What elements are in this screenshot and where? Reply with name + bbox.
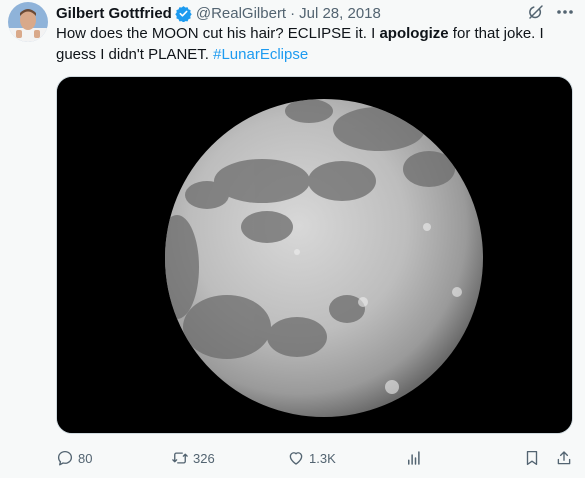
bookmark-button[interactable]: [523, 446, 545, 470]
author-name[interactable]: Gilbert Gottfried: [56, 5, 172, 22]
repost-icon: [172, 452, 188, 464]
heart-icon: [289, 452, 303, 465]
tweet-header: Gilbert Gottfried @RealGilbert · Jul 28,…: [56, 3, 381, 23]
repost-button[interactable]: 326: [171, 446, 215, 470]
reply-count: 80: [78, 450, 93, 466]
author-handle[interactable]: @RealGilbert: [196, 5, 286, 22]
views-button[interactable]: [405, 446, 427, 470]
grok-icon[interactable]: [527, 3, 545, 21]
tweet-image[interactable]: [56, 76, 573, 434]
tweet-text-bold: apologize: [379, 25, 449, 42]
verified-badge-icon: [175, 5, 192, 22]
header-separator: ·: [290, 4, 296, 22]
hashtag-link[interactable]: #LunarEclipse: [213, 46, 308, 63]
reply-icon: [57, 450, 73, 466]
like-count: 1.3K: [309, 450, 336, 466]
reply-button[interactable]: 80: [56, 446, 92, 470]
full-moon-photo: [57, 77, 572, 433]
tweet-date[interactable]: Jul 28, 2018: [299, 5, 381, 22]
avatar[interactable]: [8, 2, 48, 42]
share-icon: [557, 451, 571, 465]
action-bar: 80 326 1.3K: [56, 446, 578, 470]
tweet[interactable]: Gilbert Gottfried @RealGilbert · Jul 28,…: [0, 0, 585, 478]
tweet-text-part: How does the MOON cut his hair? ECLIPSE …: [56, 25, 380, 42]
repost-count: 326: [193, 450, 215, 466]
views-icon: [408, 451, 420, 465]
like-button[interactable]: 1.3K: [287, 446, 336, 470]
tweet-text: How does the MOON cut his hair? ECLIPSE …: [56, 23, 576, 65]
bookmark-icon: [526, 450, 538, 466]
share-button[interactable]: [555, 446, 577, 470]
more-icon[interactable]: [554, 3, 576, 21]
